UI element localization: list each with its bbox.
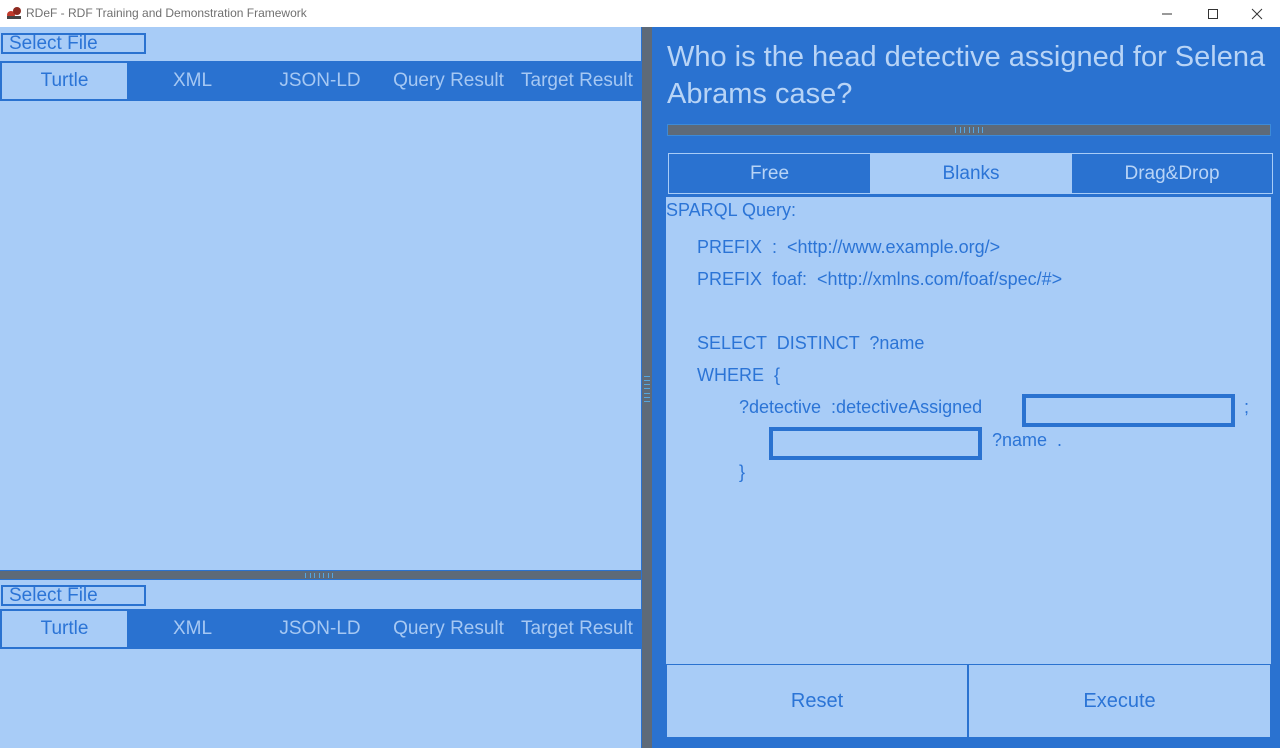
rdf-content-area-top[interactable] [0,101,641,570]
tab-query-result-bottom[interactable]: Query Result [384,609,513,649]
close-button[interactable] [1234,0,1280,27]
tab-turtle-bottom[interactable]: Turtle [0,609,129,649]
maximize-button[interactable] [1190,0,1236,27]
closing-brace: } [739,462,746,482]
window-title: RDeF - RDF Training and Demonstration Fr… [26,6,307,20]
title-bar: RDeF - RDF Training and Demonstration Fr… [0,0,1280,27]
horizontal-splitter-right[interactable] [667,124,1271,136]
tab-turtle-top[interactable]: Turtle [0,61,129,101]
maximize-icon [1208,8,1218,19]
tab-xml-top[interactable]: XML [129,61,256,101]
select-line: SELECT DISTINCT ?name [697,333,925,353]
tab-free[interactable]: Free [669,154,870,193]
tab-query-result-top[interactable]: Query Result [384,61,513,101]
prefix-line-2: PREFIX foaf: <http://xmlns.com/foaf/spec… [697,269,1063,289]
splitter-grip-icon [955,127,983,133]
reset-button[interactable]: Reset [666,664,968,738]
blank-input-1[interactable] [1022,394,1235,427]
minimize-icon [1162,13,1172,14]
tab-xml-bottom[interactable]: XML [129,609,256,649]
rdf-content-area-bottom[interactable] [0,649,641,748]
rdef-logo-icon [7,7,21,19]
sparql-query-panel: SPARQL Query: PREFIX : <http://www.examp… [666,197,1271,664]
vertical-splitter[interactable] [641,27,653,748]
object-name: ?name . [992,430,1063,450]
execute-button[interactable]: Execute [968,664,1271,738]
tab-target-result-bottom[interactable]: Target Result [513,609,641,649]
semicolon: ; [1244,397,1250,417]
prefix-line-1: PREFIX : <http://www.example.org/> [697,237,1001,257]
mode-tabs: Free Blanks Drag&Drop [668,153,1273,194]
question-text: Who is the head detective assigned for S… [667,41,1266,110]
tab-blanks[interactable]: Blanks [870,154,1072,193]
format-tabs-top: Turtle XML JSON-LD Query Result Target R… [0,61,641,101]
tab-target-result-top[interactable]: Target Result [513,61,641,101]
right-pane: Who is the head detective assigned for S… [653,27,1280,748]
left-pane: Select File Turtle XML JSON-LD Query Res… [0,27,641,748]
blank-input-2[interactable] [769,427,982,460]
sparql-query-label: SPARQL Query: [666,200,797,220]
tab-jsonld-bottom[interactable]: JSON-LD [256,609,384,649]
splitter-grip-icon [305,573,333,578]
tab-drag-drop[interactable]: Drag&Drop [1072,154,1272,193]
format-tabs-bottom: Turtle XML JSON-LD Query Result Target R… [0,609,641,649]
select-file-button-bottom[interactable]: Select File [1,585,146,606]
select-file-button-top[interactable]: Select File [1,33,146,54]
triple-subject-predicate: ?detective :detectiveAssigned [739,397,983,417]
close-icon [1251,8,1263,19]
where-line: WHERE { [697,365,781,385]
action-buttons: Reset Execute [666,664,1271,739]
tab-jsonld-top[interactable]: JSON-LD [256,61,384,101]
minimize-button[interactable] [1144,0,1190,27]
horizontal-splitter-left[interactable] [0,570,641,580]
splitter-grip-icon [644,376,650,402]
